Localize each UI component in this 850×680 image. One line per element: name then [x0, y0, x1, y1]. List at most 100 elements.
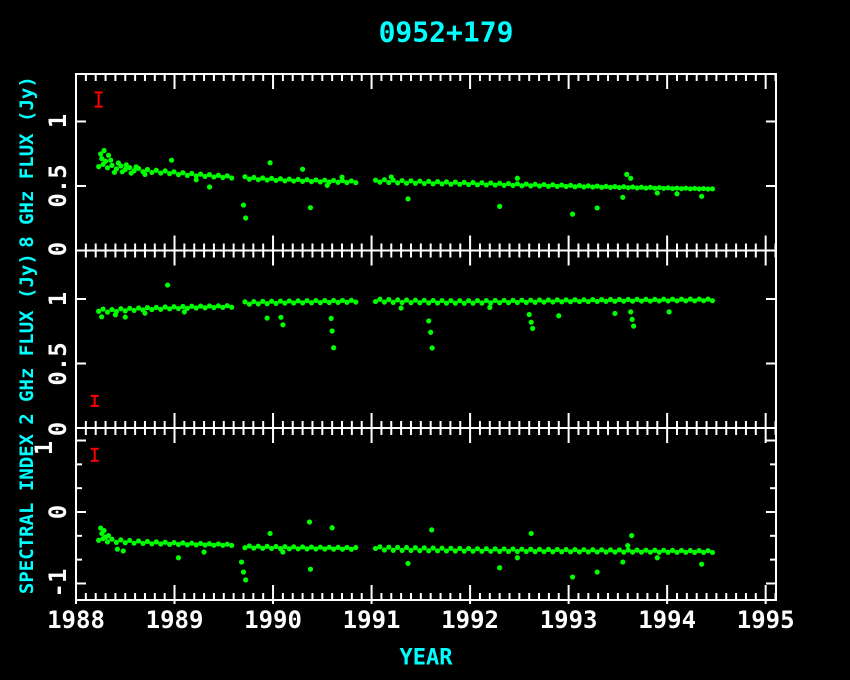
data-point [581, 297, 586, 302]
data-point [444, 179, 449, 184]
data-point [189, 171, 194, 176]
data-point [599, 185, 604, 190]
data-point [103, 159, 108, 164]
y-tick-label: 0.5 [44, 164, 72, 207]
light-curve-figure: 0952+179 8 GHz FLUX (Jy) 2 GHz FLUX (Jy)… [0, 0, 850, 680]
data-point [466, 546, 471, 551]
data-point [127, 538, 132, 543]
data-point [426, 300, 431, 305]
data-point [300, 179, 305, 184]
data-point [171, 540, 176, 545]
data-point [621, 184, 626, 189]
data-point [386, 180, 391, 185]
data-point [652, 548, 657, 553]
data-point [630, 299, 635, 304]
data-point [247, 302, 252, 307]
data-point [112, 170, 117, 175]
data-point [444, 301, 449, 306]
data-point [643, 548, 648, 553]
data-point [564, 184, 569, 189]
data-point [470, 301, 475, 306]
data-point [550, 549, 555, 554]
outer-frame [76, 74, 776, 600]
data-point [247, 543, 252, 548]
data-point [400, 300, 405, 305]
data-point [335, 180, 340, 185]
data-point [428, 330, 433, 335]
data-point [287, 177, 292, 182]
data-point [466, 298, 471, 303]
data-point [453, 301, 458, 306]
data-point [331, 298, 336, 303]
x-tick-label: 1993 [540, 606, 598, 634]
data-point [307, 519, 312, 524]
data-point [386, 297, 391, 302]
data-point [564, 297, 569, 302]
data-point [697, 548, 702, 553]
data-point [251, 545, 256, 550]
data-point [331, 178, 336, 183]
data-point [429, 527, 434, 532]
data-point [612, 549, 617, 554]
data-point [169, 158, 174, 163]
data-point [564, 547, 569, 552]
data-point [435, 179, 440, 184]
data-point [291, 544, 296, 549]
data-point [493, 546, 498, 551]
data-point [488, 300, 493, 305]
data-point [132, 308, 137, 313]
data-point [265, 177, 270, 182]
data-point [167, 542, 172, 547]
scatter-points-1 [96, 282, 715, 350]
data-point [405, 196, 410, 201]
data-point [325, 183, 330, 188]
data-point [572, 297, 577, 302]
data-point [550, 299, 555, 304]
data-point [570, 574, 575, 579]
data-point [273, 178, 278, 183]
data-point [349, 298, 354, 303]
data-point [132, 541, 137, 546]
data-point [674, 550, 679, 555]
data-point [652, 297, 657, 302]
data-point [260, 299, 265, 304]
data-point [163, 168, 168, 173]
data-point [501, 183, 506, 188]
data-point [322, 298, 327, 303]
data-point [167, 306, 172, 311]
data-point [679, 297, 684, 302]
data-point [626, 547, 631, 552]
data-point [603, 299, 608, 304]
data-point [546, 184, 551, 189]
data-point [603, 549, 608, 554]
data-point [269, 546, 274, 551]
data-point [683, 550, 688, 555]
data-point [657, 550, 662, 555]
data-point [225, 173, 230, 178]
data-point [265, 544, 270, 549]
data-point [533, 300, 538, 305]
data-point [239, 559, 244, 564]
data-point [670, 186, 675, 191]
data-point [304, 546, 309, 551]
data-point [599, 297, 604, 302]
data-point [679, 548, 684, 553]
data-point [692, 550, 697, 555]
data-point [506, 549, 511, 554]
data-point [278, 176, 283, 181]
data-point [399, 305, 404, 310]
data-point [404, 181, 409, 186]
data-point [123, 540, 128, 545]
data-point [109, 307, 114, 312]
data-point [595, 549, 600, 554]
data-point [185, 542, 190, 547]
data-point [515, 555, 520, 560]
data-point [697, 297, 702, 302]
data-point [710, 298, 715, 303]
data-point [630, 317, 635, 322]
data-point [506, 181, 511, 186]
data-point [251, 299, 256, 304]
data-point [154, 539, 159, 544]
data-point [377, 544, 382, 549]
data-point [648, 185, 653, 190]
